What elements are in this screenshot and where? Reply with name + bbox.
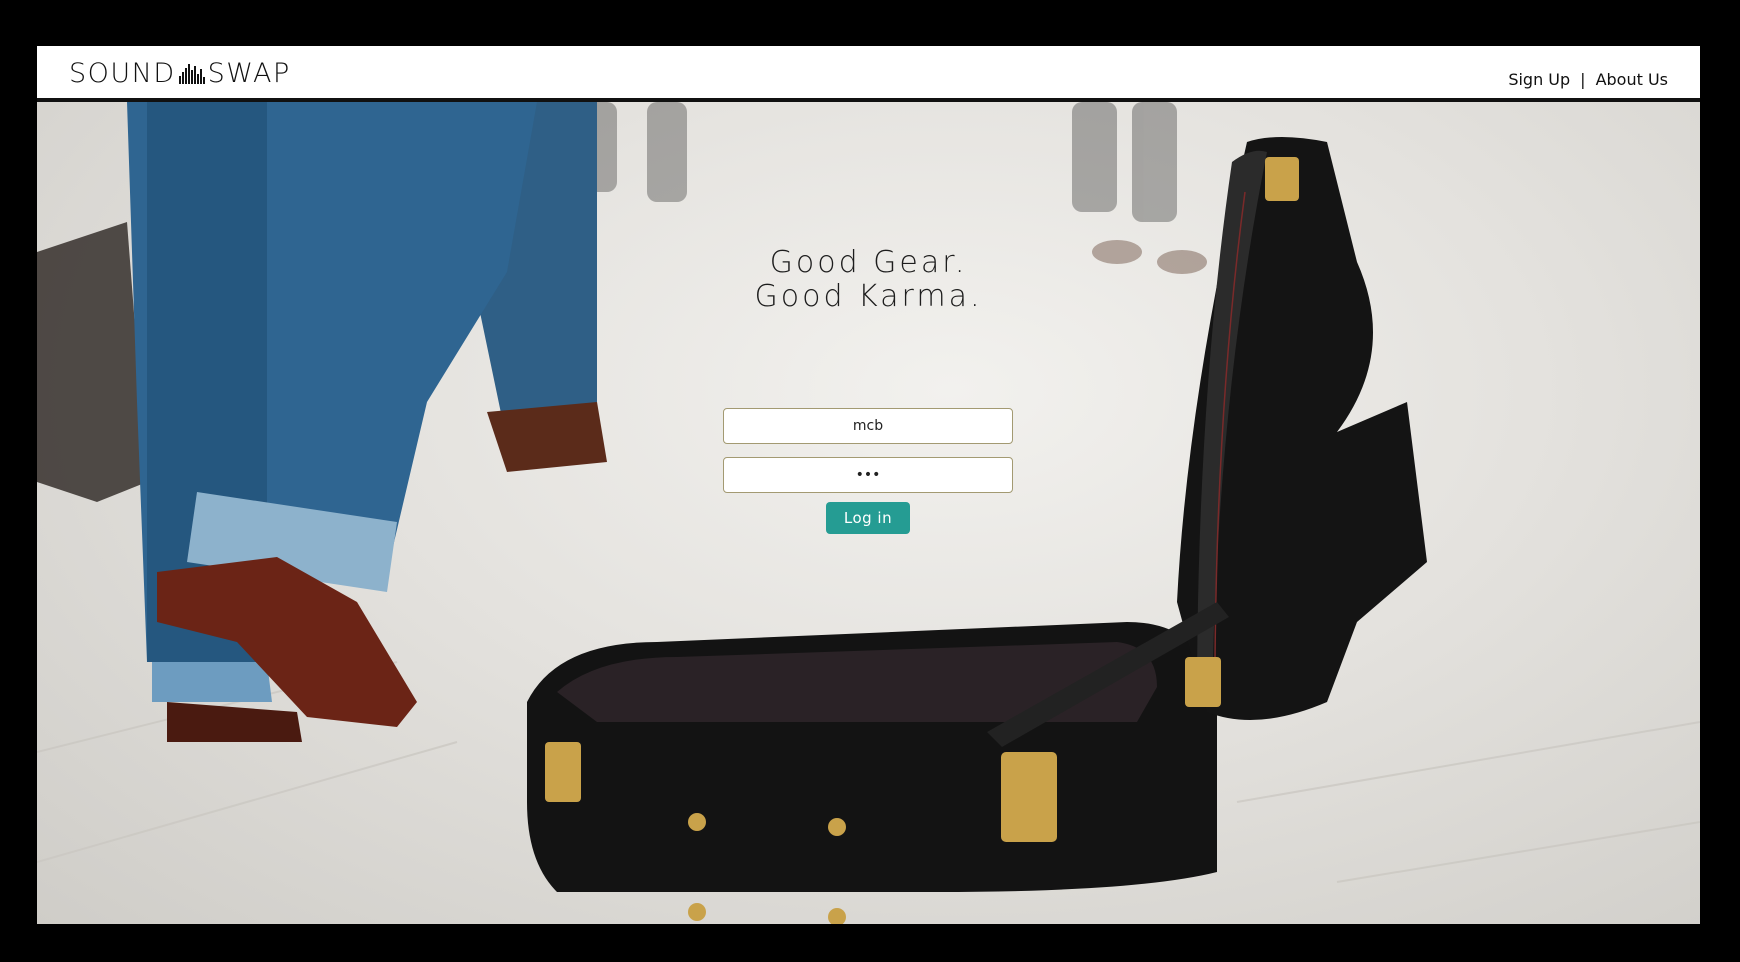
tagline-line-2: Good Karma. [754, 279, 983, 314]
nav-separator: | [1580, 70, 1586, 89]
tagline-line-1: Good Gear. [769, 245, 968, 280]
device-frame: SOUND SWAP Sign Up | About Us Good Gear.… [0, 0, 1740, 962]
browser-viewport: SOUND SWAP Sign Up | About Us Good Gear.… [37, 46, 1700, 924]
header-nav: Sign Up | About Us [1508, 70, 1668, 89]
site-header: SOUND SWAP Sign Up | About Us [37, 46, 1700, 102]
login-button[interactable]: Log in [826, 502, 910, 534]
site-logo[interactable]: SOUND SWAP [69, 57, 291, 89]
equalizer-icon [178, 62, 205, 84]
password-input[interactable] [723, 457, 1013, 493]
logo-text-sound: SOUND [69, 57, 176, 89]
signup-link[interactable]: Sign Up [1508, 70, 1570, 89]
logo-text-swap: SWAP [207, 57, 291, 89]
hero-tagline: Good Gear. Good Karma. [37, 246, 1700, 314]
username-input[interactable] [723, 408, 1013, 444]
about-us-link[interactable]: About Us [1596, 70, 1668, 89]
login-form: Log in [723, 408, 1013, 534]
